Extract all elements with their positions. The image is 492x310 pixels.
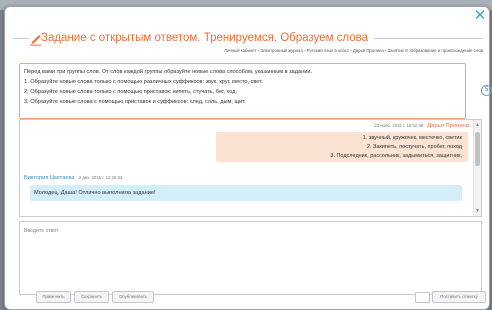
student-message-date: 23 нояб. 2015 г. 15:52:38 xyxy=(374,123,424,128)
student-author-name[interactable]: Дарья Пронина xyxy=(427,123,469,129)
teacher-message-meta: Виктория Цветаева 2 дек. 2015 г. 12:26:0… xyxy=(24,175,122,181)
answer-line-2: 2. Закипеть, постучать, пробег, поход xyxy=(366,144,462,150)
answer-placeholder: Введите ответ xyxy=(24,228,59,234)
task-item-1: 1. Образуйте новые слова только с помощь… xyxy=(24,79,263,85)
answer-line-1: 1. звучный, кружочек, местечко, светик xyxy=(362,135,462,141)
task-intro: Перед вами три группы слов. От слов кажд… xyxy=(24,69,313,75)
scroll-thumb[interactable] xyxy=(475,132,480,166)
task-item-3: 3. Образуйте новые слова с помощью прист… xyxy=(24,99,246,105)
page-title: Задание с открытым ответом. Тренируемся.… xyxy=(41,32,375,44)
attempt-counter-badge: 5 xyxy=(481,85,492,96)
breadcrumb[interactable]: Личный кабинет › Электронный журнал › Ру… xyxy=(224,48,483,53)
save-button[interactable]: Сохранить xyxy=(74,291,109,303)
teacher-comment-text: Молодец, Даша! Отлично выполнила задание… xyxy=(34,190,156,196)
scroll-up-icon[interactable]: ▲ xyxy=(475,122,480,128)
teacher-comment-bubble: Молодец, Даша! Отлично выполнила задание… xyxy=(30,185,462,201)
task-item-2: 2. Образуйте новые слова только с помощь… xyxy=(24,89,238,95)
thread-scrollbar[interactable]: ▲ ▼ xyxy=(473,120,481,216)
grade-button[interactable]: Поставить отметку xyxy=(432,291,486,303)
task-description: Перед вами три группы слов. От слов кажд… xyxy=(19,63,466,119)
publish-button[interactable]: Опубликовать xyxy=(112,291,154,303)
apply-button[interactable]: Применить xyxy=(36,291,71,303)
close-icon[interactable]: ✕ xyxy=(473,8,487,23)
student-message-meta: 23 нояб. 2015 г. 15:52:38 Дарья Пронина xyxy=(374,123,469,129)
answer-editor[interactable]: Введите ответ xyxy=(19,221,482,295)
answer-line-3: 3. Подследник, рассольник, задымиться, з… xyxy=(330,153,462,159)
student-answer-bubble: 1. звучный, кружочек, местечко, светик 2… xyxy=(216,132,468,162)
grade-checkbox[interactable] xyxy=(415,292,430,303)
teacher-message-date: 2 дек. 2015 г. 12:26:02 xyxy=(78,175,123,180)
task-dialog: ✕ Задание с открытым ответом. Тренируемс… xyxy=(4,6,492,310)
scroll-down-icon[interactable]: ▼ xyxy=(475,208,480,214)
message-thread: 23 нояб. 2015 г. 15:52:38 Дарья Пронина … xyxy=(19,119,482,217)
teacher-author-name[interactable]: Виктория Цветаева xyxy=(24,175,75,181)
